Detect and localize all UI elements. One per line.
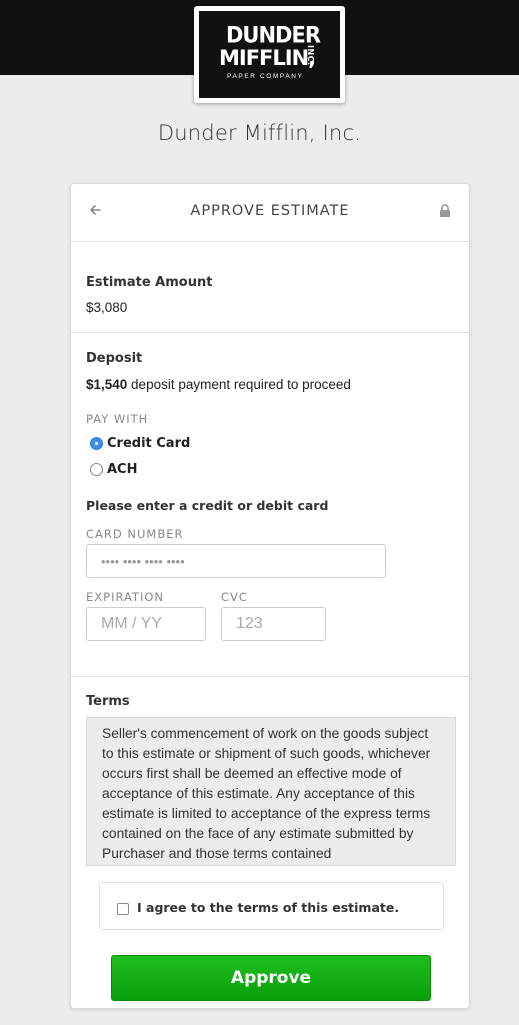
approve-estimate-card: APPROVE ESTIMATE Estimate Amount $3,080 … [70, 183, 470, 1009]
radio-ach[interactable]: ACH [90, 462, 137, 477]
deposit-text: $1,540 deposit payment required to proce… [86, 377, 351, 392]
divider [71, 676, 469, 677]
card-number-label: CARD NUMBER [86, 527, 184, 541]
company-name: Dunder Mifflin, Inc. [157, 121, 362, 145]
lock-icon [439, 204, 451, 218]
radio-button-selected[interactable] [90, 437, 103, 450]
logo-inc: INC. [306, 45, 315, 66]
terms-text-box[interactable]: Seller's commencement of work on the goo… [86, 717, 456, 866]
logo-line-2: MIFFLIN, [219, 46, 316, 70]
logo-badge: DUNDER MIFFLIN, INC. PAPER COMPANY [199, 11, 340, 98]
estimate-amount-label: Estimate Amount [86, 275, 213, 290]
agree-label: I agree to the terms of this estimate. [137, 900, 400, 915]
agree-checkbox[interactable] [117, 903, 129, 915]
card-header: APPROVE ESTIMATE [71, 184, 469, 242]
radio-credit-card[interactable]: Credit Card [90, 436, 190, 451]
card-prompt: Please enter a credit or debit card [86, 498, 329, 513]
deposit-amount: $1,540 [86, 377, 128, 392]
pay-with-label: PAY WITH [86, 412, 149, 426]
estimate-amount-value: $3,080 [86, 300, 128, 315]
logo-line-1: DUNDER [226, 22, 321, 48]
radio-label-credit-card: Credit Card [107, 436, 191, 451]
cvc-label: CVC [221, 590, 248, 604]
company-logo: DUNDER MIFFLIN, INC. PAPER COMPANY [194, 6, 345, 103]
approve-button[interactable]: Approve [111, 955, 431, 1001]
agree-terms-row[interactable]: I agree to the terms of this estimate. [99, 882, 444, 930]
card-number-input[interactable]: •••• •••• •••• •••• [86, 544, 386, 578]
expiration-label: EXPIRATION [86, 590, 165, 604]
cvc-input[interactable]: 123 [221, 607, 326, 641]
deposit-suffix: deposit payment required to proceed [127, 377, 351, 392]
page-title: APPROVE ESTIMATE [190, 203, 350, 219]
terms-label: Terms [86, 694, 130, 709]
radio-label-ach: ACH [107, 462, 138, 477]
deposit-label: Deposit [86, 351, 143, 366]
logo-subtitle: PAPER COMPANY [227, 73, 304, 80]
radio-button[interactable] [90, 463, 103, 476]
expiration-input[interactable]: MM / YY [86, 607, 206, 641]
divider [71, 332, 469, 333]
